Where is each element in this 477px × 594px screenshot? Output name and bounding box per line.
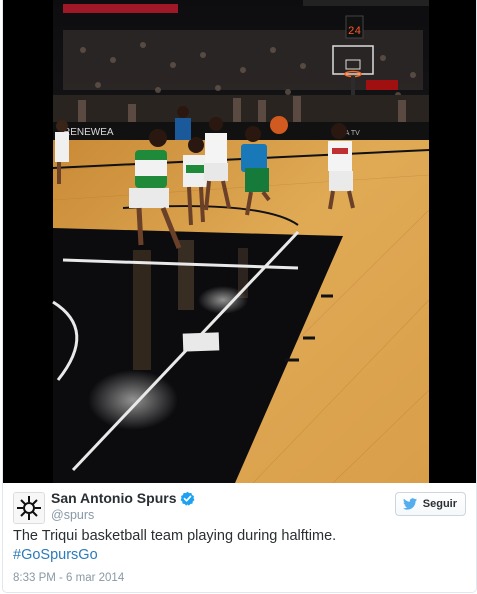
follow-button[interactable]: Seguir — [394, 492, 466, 516]
display-name[interactable]: San Antonio Spurs — [51, 490, 195, 507]
tweet-timestamp[interactable]: 8:33 PM - 6 mar 2014 — [13, 572, 124, 584]
basketball — [270, 116, 288, 134]
display-name-text[interactable]: San Antonio Spurs — [51, 490, 176, 506]
screen-name[interactable]: @spurs — [51, 507, 195, 523]
follow-button-label: Seguir — [422, 498, 457, 510]
tweet-card: 24 RENEWEA NBA TV San Antonio Spurs @spu… — [2, 0, 477, 593]
spurs-logo-icon — [14, 493, 44, 523]
name-block: San Antonio Spurs @spurs — [51, 490, 195, 523]
tweet-body: The Triqui basketball team playing durin… — [13, 528, 337, 544]
avatar[interactable] — [13, 492, 45, 524]
tweet-text: The Triqui basketball team playing durin… — [13, 527, 466, 565]
basketball-photo: 24 RENEWEA NBA TV — [3, 0, 476, 483]
led-banner-text: RENEWEA — [63, 127, 114, 138]
twitter-bird-icon — [402, 498, 417, 510]
hashtag-link[interactable]: #GoSpursGo — [13, 547, 98, 563]
photo-content: 24 RENEWEA NBA TV — [52, 0, 430, 483]
tweet-photo[interactable]: 24 RENEWEA NBA TV — [3, 0, 476, 483]
verified-badge-icon — [181, 491, 195, 506]
tweet-author: San Antonio Spurs @spurs Seguir — [13, 490, 466, 524]
scoreboard-text: 24 — [348, 26, 362, 38]
